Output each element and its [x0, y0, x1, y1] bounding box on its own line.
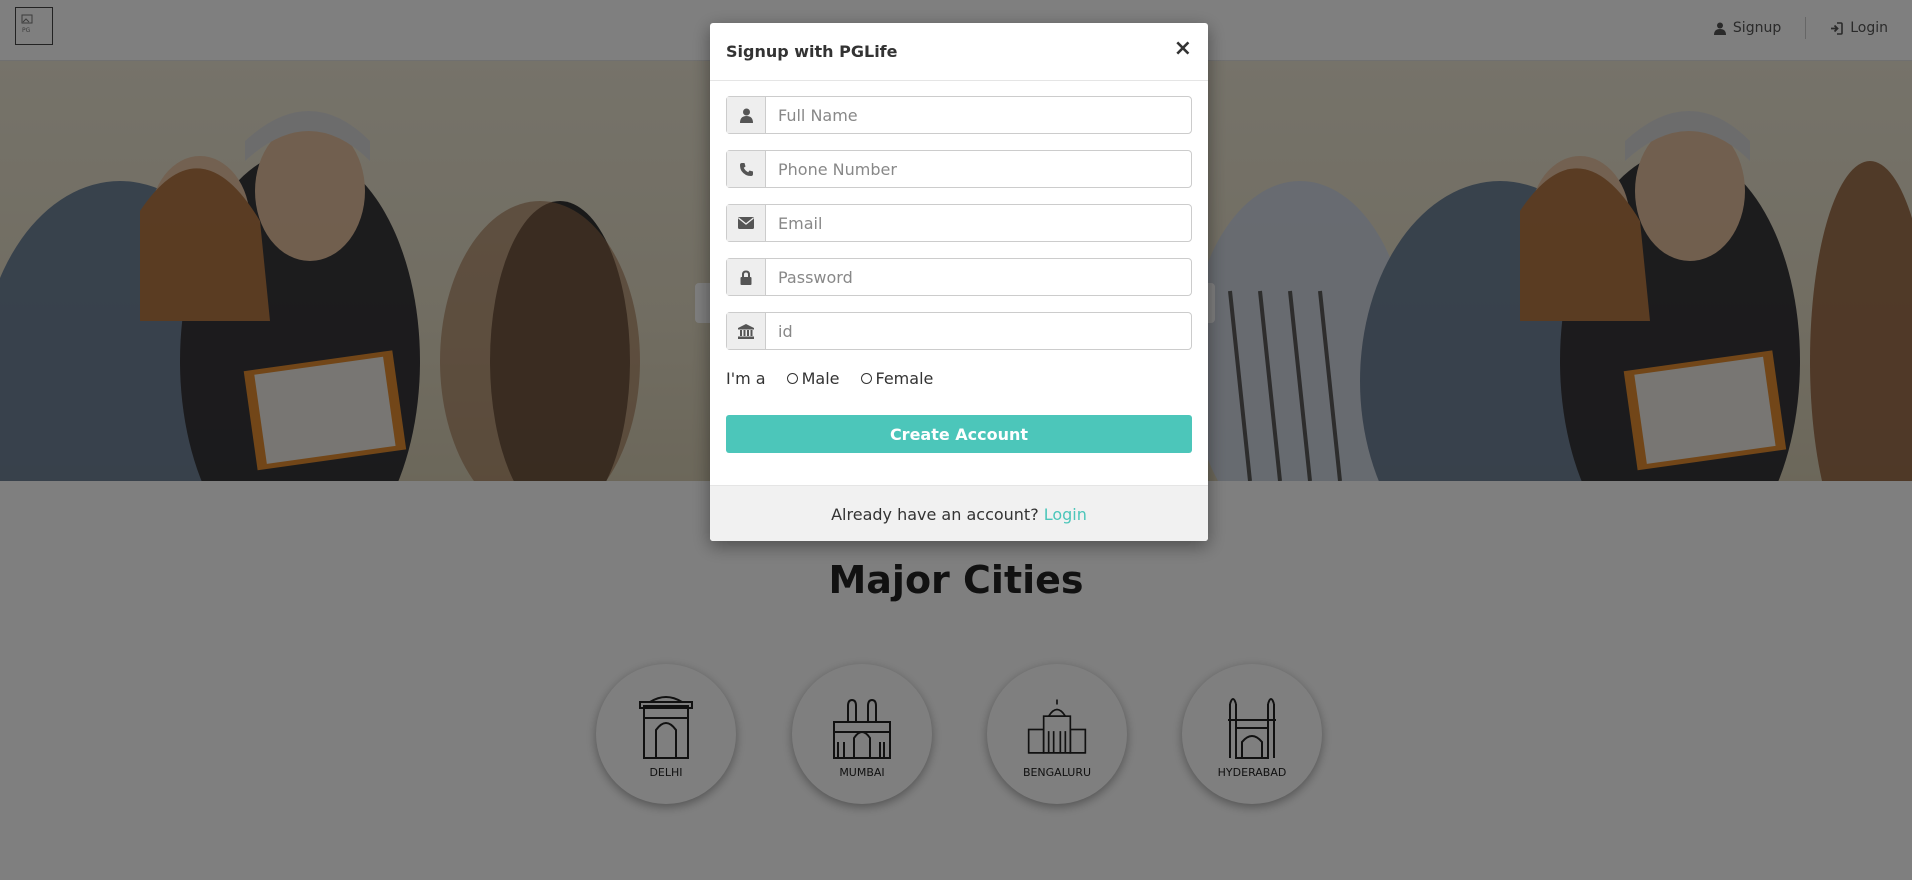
full-name-field	[726, 96, 1192, 134]
gender-selector: I'm a Male Female	[726, 369, 933, 388]
id-field	[726, 312, 1192, 350]
signup-modal: Signup with PGLife × I'm a	[710, 23, 1208, 541]
envelope-icon	[727, 205, 766, 241]
modal-title: Signup with PGLife	[726, 42, 898, 61]
login-link-footer[interactable]: Login	[1044, 505, 1087, 524]
phone-icon	[727, 151, 766, 187]
close-icon[interactable]: ×	[1174, 38, 1192, 60]
modal-footer: Already have an account? Login	[710, 485, 1208, 541]
password-field	[726, 258, 1192, 296]
full-name-input[interactable]	[766, 97, 1191, 133]
gender-option-female[interactable]: Female	[860, 369, 934, 388]
male-radio[interactable]	[786, 373, 798, 384]
id-input[interactable]	[766, 313, 1191, 349]
email-field	[726, 204, 1192, 242]
password-input[interactable]	[766, 259, 1191, 295]
user-icon	[727, 97, 766, 133]
modal-header: Signup with PGLife ×	[710, 23, 1208, 81]
gender-option-male[interactable]: Male	[786, 369, 840, 388]
email-input[interactable]	[766, 205, 1191, 241]
female-radio[interactable]	[860, 373, 872, 384]
phone-field	[726, 150, 1192, 188]
footer-text: Already have an account?	[831, 504, 1039, 524]
female-label: Female	[875, 369, 934, 388]
gender-label: I'm a	[726, 369, 766, 388]
lock-icon	[727, 259, 766, 295]
bank-icon	[727, 313, 766, 349]
create-account-button[interactable]: Create Account	[726, 415, 1192, 453]
male-label: Male	[801, 369, 840, 388]
phone-input[interactable]	[766, 151, 1191, 187]
